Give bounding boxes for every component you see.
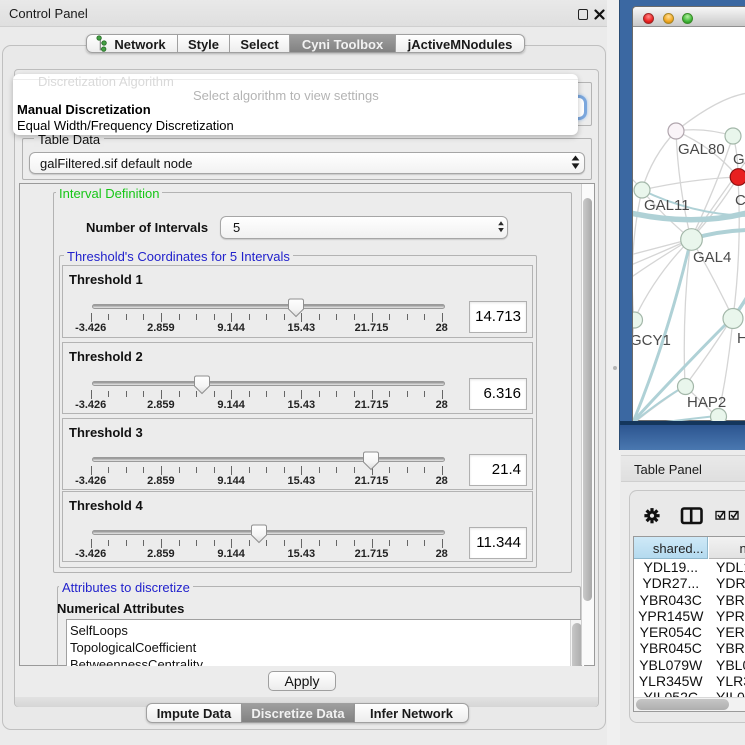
svg-text:GAL2: GAL2 <box>733 151 745 168</box>
svg-text:GAL80: GAL80 <box>678 141 725 158</box>
svg-text:HAP2: HAP2 <box>687 394 726 411</box>
svg-text:GAL11: GAL11 <box>644 197 690 214</box>
svg-text:GAL4: GAL4 <box>693 249 731 266</box>
svg-text:HIS7: HIS7 <box>737 330 745 347</box>
svg-text:CDC1: CDC1 <box>735 192 745 209</box>
svg-text:GCY1: GCY1 <box>633 332 671 349</box>
